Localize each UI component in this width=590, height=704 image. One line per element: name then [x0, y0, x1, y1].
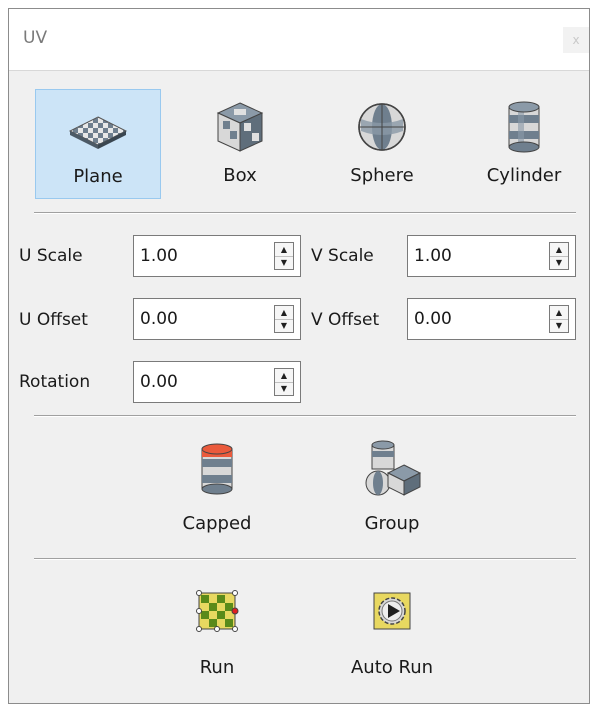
u-scale-stepper[interactable]: ▲ ▼: [274, 242, 294, 270]
auto-run-button[interactable]: Auto Run: [337, 577, 447, 685]
group-label: Group: [364, 513, 420, 534]
v-scale-stepper[interactable]: ▲ ▼: [549, 242, 569, 270]
increment-arrow-icon[interactable]: ▲: [275, 243, 293, 257]
v-scale-spinbox[interactable]: 1.00 ▲ ▼: [407, 235, 576, 277]
u-scale-value: 1.00: [140, 246, 178, 266]
box-icon: [216, 102, 264, 152]
sphere-label: Sphere: [350, 165, 414, 186]
run-button[interactable]: Run: [169, 577, 265, 685]
capped-label: Capped: [182, 513, 252, 534]
plane-button[interactable]: Plane: [35, 89, 161, 199]
run-icon: [196, 590, 239, 632]
v-scale-label: V Scale: [311, 246, 374, 266]
plane-icon: [68, 116, 128, 149]
auto-run-label: Auto Run: [350, 657, 434, 678]
cylinder-icon: [508, 101, 540, 153]
capped-button[interactable]: Capped: [159, 433, 275, 545]
group-button[interactable]: Group: [337, 433, 447, 545]
u-offset-value: 0.00: [140, 309, 178, 329]
v-scale-value: 1.00: [414, 246, 452, 266]
group-icon: [365, 440, 422, 496]
u-offset-stepper[interactable]: ▲ ▼: [274, 305, 294, 333]
v-offset-value: 0.00: [414, 309, 452, 329]
auto-run-icon: [373, 592, 411, 630]
sphere-icon: [358, 103, 406, 151]
decrement-arrow-icon[interactable]: ▼: [550, 256, 568, 269]
rotation-value: 0.00: [140, 372, 178, 392]
u-scale-spinbox[interactable]: 1.00 ▲ ▼: [133, 235, 301, 277]
box-label: Box: [223, 165, 257, 186]
divider: [34, 558, 576, 560]
v-offset-spinbox[interactable]: 0.00 ▲ ▼: [407, 298, 576, 340]
u-offset-label: U Offset: [19, 310, 88, 330]
increment-arrow-icon[interactable]: ▲: [550, 306, 568, 320]
decrement-arrow-icon[interactable]: ▼: [275, 382, 293, 395]
u-offset-spinbox[interactable]: 0.00 ▲ ▼: [133, 298, 301, 340]
sphere-button[interactable]: Sphere: [319, 89, 445, 199]
v-offset-label: V Offset: [311, 310, 380, 330]
divider: [34, 212, 576, 214]
decrement-arrow-icon[interactable]: ▼: [550, 319, 568, 332]
divider: [34, 415, 576, 417]
uv-panel: UV x Plane Box Sphere Cylinder U Scale 1…: [8, 8, 590, 704]
increment-arrow-icon[interactable]: ▲: [275, 369, 293, 383]
rotation-label: Rotation: [19, 372, 91, 392]
decrement-arrow-icon[interactable]: ▼: [275, 256, 293, 269]
cylinder-label: Cylinder: [486, 165, 562, 186]
decrement-arrow-icon[interactable]: ▼: [275, 319, 293, 332]
capped-cylinder-icon: [201, 443, 233, 495]
u-scale-label: U Scale: [19, 246, 83, 266]
v-offset-stepper[interactable]: ▲ ▼: [549, 305, 569, 333]
close-button[interactable]: x: [563, 27, 589, 53]
run-label: Run: [199, 657, 235, 678]
box-button[interactable]: Box: [177, 89, 303, 199]
increment-arrow-icon[interactable]: ▲: [550, 243, 568, 257]
increment-arrow-icon[interactable]: ▲: [275, 306, 293, 320]
rotation-stepper[interactable]: ▲ ▼: [274, 368, 294, 396]
title-bar: UV x: [9, 9, 589, 71]
window-title: UV: [23, 28, 48, 48]
plane-label: Plane: [73, 166, 123, 187]
cylinder-button[interactable]: Cylinder: [461, 89, 587, 199]
rotation-spinbox[interactable]: 0.00 ▲ ▼: [133, 361, 301, 403]
